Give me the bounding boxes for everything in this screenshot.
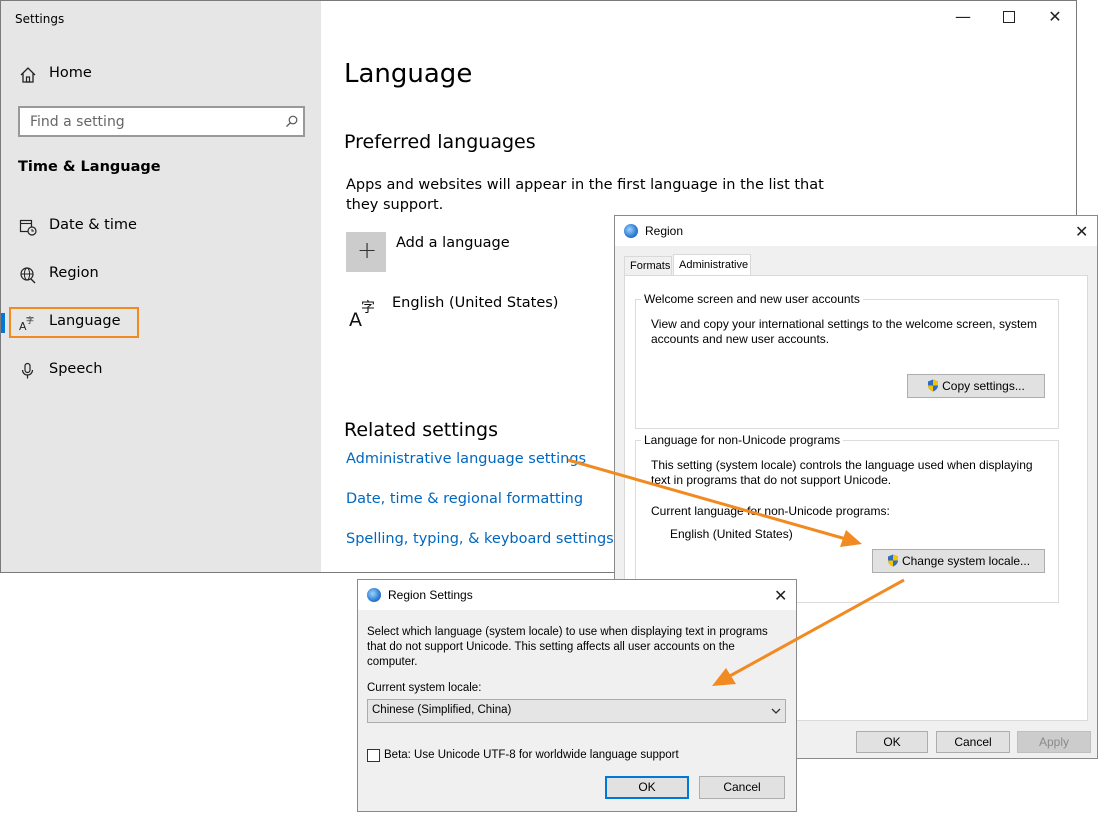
- rs-desc-line3: computer.: [367, 656, 418, 668]
- search-icon: [286, 115, 298, 128]
- tab-formats-label: Formats: [630, 260, 671, 272]
- nonunicode-desc-line2: text in programs that do not support Uni…: [651, 473, 892, 487]
- svg-text:字: 字: [361, 300, 375, 316]
- preferred-desc-line1: Apps and websites will appear in the fir…: [346, 177, 824, 193]
- beta-utf8-checkbox[interactable]: [367, 749, 380, 762]
- uac-shield-icon: [928, 379, 939, 392]
- region-globe-icon: [624, 224, 638, 238]
- nonunicode-group-label: Language for non-Unicode programs: [641, 433, 844, 447]
- spelling-typing-link[interactable]: Spelling, typing, & keyboard settings: [346, 531, 614, 547]
- minimize-button[interactable]: —: [940, 1, 986, 33]
- close-button[interactable]: ✕: [1032, 1, 1076, 33]
- region-settings-globe-icon: [367, 588, 381, 602]
- english-us-item[interactable]: English (United States): [392, 293, 558, 313]
- rs-ok-label: OK: [638, 780, 656, 794]
- add-language-label[interactable]: Add a language: [396, 233, 510, 253]
- preferred-languages-heading: Preferred languages: [344, 131, 536, 153]
- date-time-formatting-link[interactable]: Date, time & regional formatting: [346, 491, 583, 507]
- region-ok-button[interactable]: OK: [856, 731, 928, 753]
- rs-desc-line2: that do not support Unicode. This settin…: [367, 641, 735, 653]
- language-glyph-icon: A字: [349, 300, 375, 329]
- region-apply-button[interactable]: Apply: [1017, 731, 1091, 753]
- section-title: Time & Language: [18, 159, 161, 175]
- page-title: Language: [344, 59, 473, 89]
- nav-date-time[interactable]: Date & time: [1, 209, 321, 245]
- region-settings-dialog: Region Settings ✕ Select which language …: [357, 579, 797, 812]
- window-title: Settings: [15, 12, 65, 26]
- nav-language[interactable]: A字 Language: [1, 305, 321, 341]
- maximize-button[interactable]: [986, 1, 1032, 33]
- nav-date-time-label: Date & time: [49, 217, 137, 233]
- region-titlebar: Region ✕: [615, 216, 1097, 246]
- locale-label: Current system locale:: [367, 682, 482, 694]
- maximize-icon: [1003, 11, 1015, 23]
- rs-cancel-label: Cancel: [723, 780, 761, 794]
- region-cancel-button[interactable]: Cancel: [936, 731, 1010, 753]
- chevron-down-icon: [771, 708, 781, 714]
- plus-icon: +: [357, 236, 378, 264]
- sidebar: Settings Home Find a setting Time & Lang…: [1, 1, 321, 572]
- nonunicode-desc-line1: This setting (system locale) controls th…: [651, 458, 1033, 472]
- nav-language-label: Language: [49, 313, 121, 329]
- region-ok-label: OK: [883, 735, 901, 749]
- rs-cancel-button[interactable]: Cancel: [699, 776, 785, 799]
- copy-settings-label: Copy settings...: [942, 379, 1025, 393]
- region-title: Region: [645, 224, 684, 238]
- nav-home[interactable]: Home: [1, 57, 321, 93]
- globe-icon: [20, 267, 36, 284]
- minimize-icon: —: [955, 7, 971, 26]
- add-language-button[interactable]: +: [346, 232, 386, 272]
- locale-select[interactable]: Chinese (Simplified, China): [367, 699, 786, 723]
- welcome-desc-line1: View and copy your international setting…: [651, 317, 1037, 331]
- admin-language-settings-link[interactable]: Administrative language settings: [346, 451, 586, 467]
- tab-formats[interactable]: Formats: [624, 256, 672, 275]
- change-system-locale-button[interactable]: Change system locale...: [872, 549, 1045, 573]
- uac-shield-icon: [887, 554, 898, 567]
- welcome-group: Welcome screen and new user accounts Vie…: [635, 292, 1059, 429]
- rs-desc-line1: Select which language (system locale) to…: [367, 626, 768, 638]
- search-placeholder: Find a setting: [30, 114, 125, 130]
- language-icon: A字: [19, 315, 34, 332]
- locale-select-value: Chinese (Simplified, China): [372, 704, 512, 716]
- region-cancel-label: Cancel: [954, 735, 992, 749]
- region-settings-close-icon[interactable]: ✕: [774, 586, 787, 606]
- region-settings-title: Region Settings: [388, 588, 473, 602]
- rs-ok-button[interactable]: OK: [605, 776, 689, 799]
- change-system-locale-label: Change system locale...: [901, 554, 1031, 568]
- copy-settings-button[interactable]: Copy settings...: [907, 374, 1045, 398]
- region-settings-titlebar: Region Settings ✕: [358, 580, 796, 610]
- current-language-value: English (United States): [670, 527, 793, 541]
- welcome-desc-line2: accounts and new user accounts.: [651, 332, 830, 346]
- nav-region-label: Region: [49, 265, 99, 281]
- region-apply-label: Apply: [1038, 735, 1070, 749]
- nav-speech[interactable]: Speech: [1, 353, 321, 389]
- nav-home-label: Home: [49, 65, 92, 81]
- calendar-clock-icon: [19, 219, 37, 236]
- region-close-icon[interactable]: ✕: [1075, 222, 1088, 242]
- current-language-label: Current language for non-Unicode program…: [651, 504, 890, 518]
- svg-text:字: 字: [26, 315, 34, 325]
- nav-speech-label: Speech: [49, 361, 103, 377]
- related-settings-heading: Related settings: [344, 419, 498, 441]
- tab-administrative[interactable]: Administrative: [673, 254, 751, 276]
- welcome-group-label: Welcome screen and new user accounts: [641, 292, 863, 306]
- home-icon: [20, 67, 36, 83]
- microphone-icon: [21, 362, 34, 379]
- tab-administrative-label: Administrative: [679, 259, 749, 271]
- nav-region[interactable]: Region: [1, 257, 321, 293]
- close-icon: ✕: [1048, 7, 1062, 26]
- beta-utf8-label: Beta: Use Unicode UTF-8 for worldwide la…: [384, 749, 679, 761]
- preferred-desc-line2: they support.: [346, 197, 444, 213]
- search-input[interactable]: Find a setting: [18, 106, 305, 137]
